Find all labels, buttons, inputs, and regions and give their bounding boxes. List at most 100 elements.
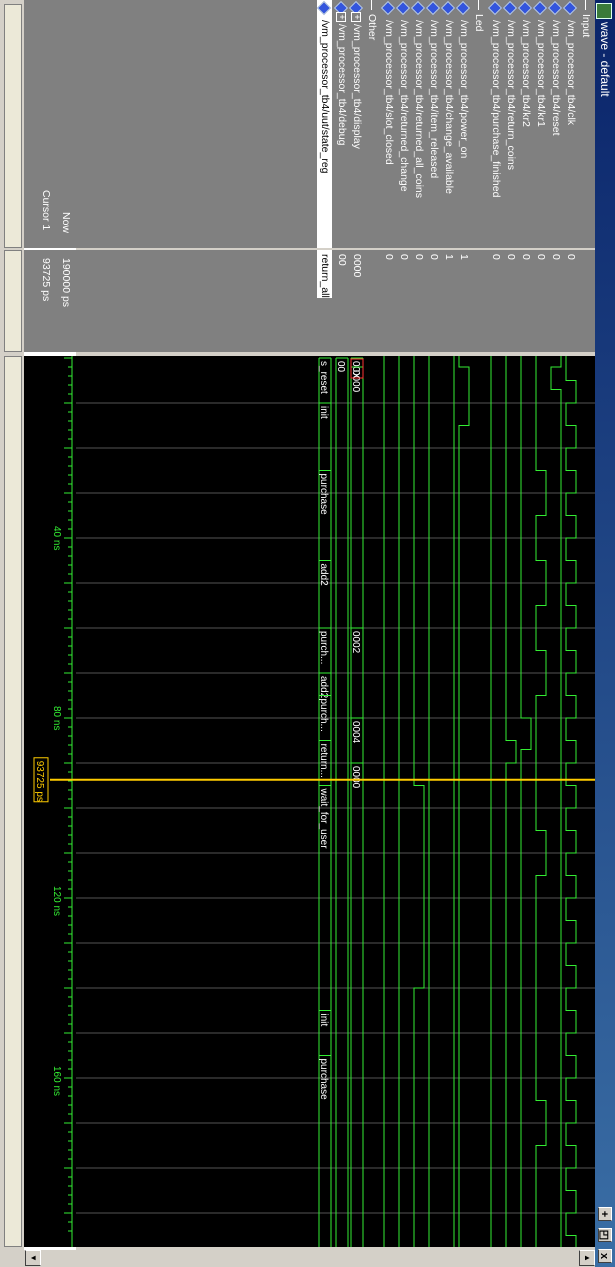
signal-values-pane[interactable]: 0 0 0 0 0 0 1 1 0 0 0 0 0000 00 return_a…: [76, 250, 595, 352]
display-bus-label: 0000: [350, 766, 361, 789]
display-bus-segment: [350, 366, 364, 628]
signal-row[interactable]: /vm_processor_tb4/change_available: [440, 0, 456, 248]
group-line: [371, 0, 372, 10]
signal-name: /vm_processor_tb4/power_on: [458, 20, 470, 159]
signal-name: /vm_processor_tb4/clk: [565, 20, 577, 126]
values-scrollbar[interactable]: [4, 250, 22, 352]
group-led[interactable]: Led: [471, 0, 486, 248]
group-label: Other: [366, 14, 378, 41]
expand-plus-icon[interactable]: +: [336, 12, 347, 22]
signal-value: 1: [458, 254, 470, 260]
signal-name: /vm_processor_tb4/purchase_finished: [490, 20, 502, 198]
kr2-wave: [520, 356, 532, 1247]
horizontal-scrollbars[interactable]: [0, 0, 24, 1267]
status-area: Now 190000 ps Cursor 1 93725 ps 40 ns 80 …: [24, 0, 76, 1250]
return-coins-wave: [505, 356, 517, 1247]
signal-diamond-icon: [562, 0, 578, 16]
signal-row[interactable]: /vm_processor_tb4/purchase_finished: [487, 0, 503, 248]
bus-row[interactable]: + /vm_processor_tb4/debug: [333, 0, 349, 248]
signal-row[interactable]: /vm_processor_tb4/kr1: [532, 0, 548, 248]
clk-wave: [565, 356, 577, 1247]
signal-row[interactable]: /vm_processor_tb4/returned_change: [395, 0, 411, 248]
signal-value: 0: [565, 254, 577, 260]
group-other[interactable]: Other: [364, 0, 379, 248]
signal-row[interactable]: /vm_processor_tb4/return_coins: [502, 0, 518, 248]
display-bus-label: 0000: [350, 370, 361, 393]
timeline-tick-label: 80 ns: [51, 706, 62, 730]
signal-diamond-icon: [455, 0, 471, 16]
group-line: [585, 0, 586, 10]
group-input[interactable]: Input: [578, 0, 593, 248]
display-bus-segment: [350, 762, 364, 1247]
maximize-button[interactable]: ◰: [598, 1228, 612, 1242]
vertical-scrollbar[interactable]: ▲ ▼: [25, 1250, 595, 1267]
waveform-scrollbar[interactable]: [4, 356, 22, 1247]
bus-row[interactable]: + /vm_processor_tb4/display: [348, 0, 364, 248]
window-title: wave - default: [598, 22, 612, 97]
signal-value: 0000: [351, 254, 363, 278]
app-icon: [596, 3, 612, 19]
signal-diamond-icon: [502, 0, 518, 16]
signal-row[interactable]: /vm_processor_tb4/item_released: [425, 0, 441, 248]
signal-names-pane[interactable]: Input /vm_processor_tb4/clk /vm_processo…: [76, 0, 595, 248]
state-bus-label: return...: [318, 744, 329, 778]
state-bus-label: wait_for_user: [318, 788, 329, 850]
returned-all-coins-wave: [413, 356, 425, 1247]
bus-row-selected[interactable]: /vm_processor_tb4/uut/state_reg: [316, 0, 332, 248]
signal-name: /vm_processor_tb4/returned_change: [398, 20, 410, 192]
signal-row[interactable]: /vm_processor_tb4/power_on: [455, 0, 471, 248]
signal-diamond-icon: [316, 0, 332, 16]
signal-row[interactable]: /vm_processor_tb4/kr2: [517, 0, 533, 248]
signal-value-selected: return_all: [317, 250, 332, 298]
signal-name: /vm_processor_tb4/kr1: [535, 20, 547, 127]
timeline-tick-label: 40 ns: [51, 526, 62, 550]
timeline-tick-label: 160 ns: [51, 1066, 62, 1096]
signal-row[interactable]: /vm_processor_tb4/returned_all_coins: [410, 0, 426, 248]
signal-value: 0: [520, 254, 532, 260]
signal-diamond-icon: [440, 0, 456, 16]
timeline-canvas[interactable]: 40 ns 80 ns 120 ns 160 ns 93725 ps: [24, 356, 76, 1247]
signal-name: /vm_processor_tb4/uut/state_reg: [319, 20, 331, 174]
group-label: Led: [473, 14, 485, 32]
signal-row[interactable]: /vm_processor_tb4/clk: [562, 0, 578, 248]
expand-plus-icon[interactable]: +: [351, 12, 362, 22]
kr1-wave: [535, 356, 547, 1247]
display-bus-label: 0004: [350, 721, 361, 744]
group-label: Input: [580, 14, 592, 38]
signal-name: /vm_processor_tb4/item_released: [428, 20, 440, 179]
waveform-pane[interactable]: 00X 0000 0002 0004 0000 00 s_reset init purchase…: [76, 356, 595, 1247]
signal-value: 0: [490, 254, 502, 260]
dock-button[interactable]: +: [598, 1207, 612, 1221]
timeline-bar[interactable]: 40 ns 80 ns 120 ns 160 ns 93725 ps: [24, 356, 76, 1247]
signal-row[interactable]: /vm_processor_tb4/reset: [547, 0, 563, 248]
reset-wave: [550, 356, 562, 1247]
signal-diamond-icon: [487, 0, 503, 16]
scroll-down-arrow-icon[interactable]: ▼: [25, 1250, 41, 1266]
display-bus-label: 0002: [350, 631, 361, 654]
signal-name: /vm_processor_tb4/reset: [550, 20, 562, 136]
signal-value: 0: [505, 254, 517, 260]
debug-bus-segment: [335, 357, 349, 1247]
wave-window: wave - default + ◰ x Input /vm_processor…: [0, 0, 615, 1267]
signal-value: 0: [535, 254, 547, 260]
signal-row[interactable]: /vm_processor_tb4/slot_closed: [380, 0, 396, 248]
signal-value: 0: [383, 254, 395, 260]
cursor-value: 93725 ps: [40, 258, 52, 302]
signal-diamond-icon: [380, 0, 396, 16]
names-scrollbar[interactable]: [4, 4, 22, 248]
debug-bus-label: 00: [335, 361, 346, 373]
state-bus-label: init: [318, 1014, 329, 1027]
state-bus-label: purchase: [318, 1059, 329, 1101]
state-bus-label: purch...: [318, 631, 329, 664]
signal-name: /vm_processor_tb4/kr2: [520, 20, 532, 127]
close-button[interactable]: x: [598, 1249, 612, 1263]
signal-name: /vm_processor_tb4/returned_all_coins: [413, 20, 425, 199]
now-label: Now: [60, 212, 72, 234]
signal-value: 0: [550, 254, 562, 260]
signal-name: /vm_processor_tb4/slot_closed: [383, 20, 395, 165]
signal-diamond-icon: [517, 0, 533, 16]
waveform-canvas[interactable]: 00X000000020004000000s_resetinitpurchase…: [76, 356, 595, 1247]
scroll-up-arrow-icon[interactable]: ▲: [579, 1250, 595, 1266]
timeline-tick-label: 120 ns: [51, 886, 62, 916]
signal-name: /vm_processor_tb4/debug: [336, 24, 348, 146]
